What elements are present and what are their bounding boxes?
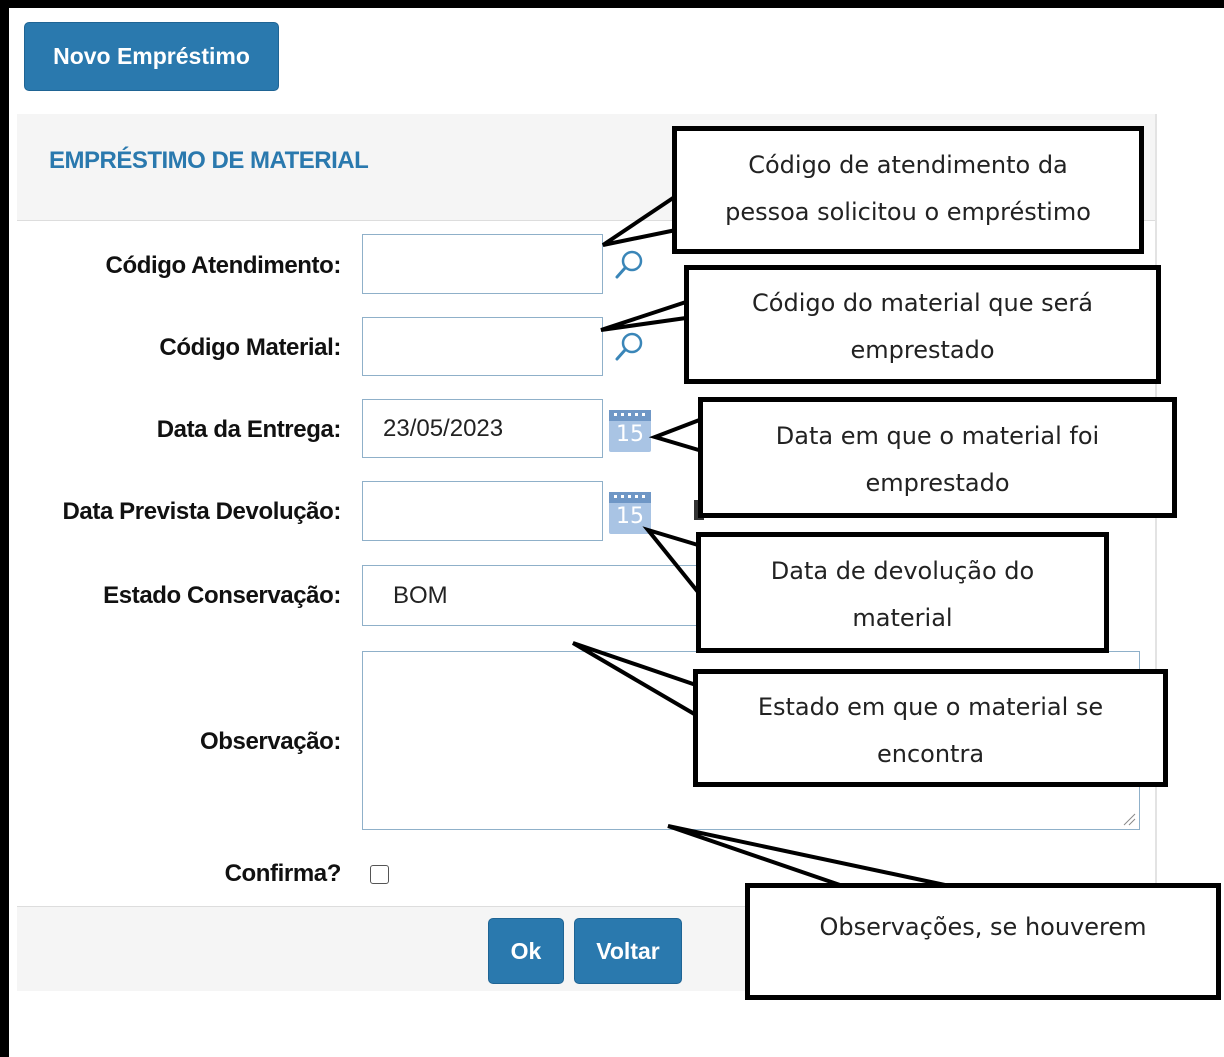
voltar-button[interactable]: Voltar bbox=[574, 918, 682, 984]
callout-observacoes: Observações, se houverem bbox=[745, 883, 1221, 1000]
confirma-label: Confirma? bbox=[224, 860, 342, 887]
data-prevista-input[interactable] bbox=[362, 481, 603, 541]
estado-conservacao-label: Estado Conservação: bbox=[103, 582, 341, 609]
codigo-material-input[interactable] bbox=[362, 317, 603, 376]
data-prevista-label: Data Prevista Devolução: bbox=[62, 498, 341, 525]
search-icon[interactable] bbox=[612, 247, 648, 283]
callout-text: Estado em que o material se bbox=[757, 693, 1104, 721]
ok-button[interactable]: Ok bbox=[488, 918, 564, 984]
calendar-icon[interactable]: 15 bbox=[608, 407, 652, 453]
callout-text: emprestado bbox=[850, 336, 995, 364]
callout-estado: Estado em que o material se encontra bbox=[693, 669, 1168, 787]
codigo-atendimento-input[interactable] bbox=[362, 234, 603, 294]
codigo-material-label: Código Material: bbox=[159, 334, 341, 361]
calendar-day: 15 bbox=[616, 504, 644, 529]
callout-text: pessoa solicitou o empréstimo bbox=[725, 198, 1091, 226]
callout-text: Data em que o material foi bbox=[775, 422, 1100, 450]
observacao-label: Observação: bbox=[199, 728, 341, 755]
callout-text: material bbox=[852, 604, 953, 632]
callout-atendimento: Código de atendimento da pessoa solicito… bbox=[672, 126, 1144, 254]
callout-devolucao: Data de devolução do material bbox=[696, 532, 1109, 653]
calendar-icon[interactable]: 15 bbox=[608, 489, 652, 535]
callout-text: Código de atendimento da bbox=[748, 151, 1068, 179]
callout-material: Código do material que será emprestado bbox=[684, 265, 1161, 384]
callout-text: encontra bbox=[876, 740, 985, 768]
codigo-atendimento-label: Código Atendimento: bbox=[105, 252, 342, 279]
confirma-checkbox[interactable] bbox=[370, 865, 389, 884]
callout-text: Data de devolução do bbox=[770, 557, 1035, 585]
calendar-day: 15 bbox=[616, 422, 644, 447]
estado-conservacao-select[interactable]: BOM bbox=[362, 565, 712, 626]
new-loan-button[interactable]: Novo Empréstimo bbox=[24, 22, 279, 91]
callout-text: Código do material que será bbox=[752, 289, 1093, 317]
resize-grip-icon[interactable] bbox=[1122, 812, 1136, 826]
data-entrega-label: Data da Entrega: bbox=[156, 416, 342, 443]
callout-text: Observações, se houverem bbox=[819, 913, 1147, 941]
search-icon[interactable] bbox=[612, 329, 648, 365]
data-entrega-input[interactable]: 23/05/2023 bbox=[362, 399, 603, 458]
callout-entrega: Data em que o material foi emprestado bbox=[698, 397, 1177, 518]
panel-title: EMPRÉSTIMO DE MATERIAL bbox=[49, 147, 369, 174]
callout-text: emprestado bbox=[865, 469, 1010, 497]
